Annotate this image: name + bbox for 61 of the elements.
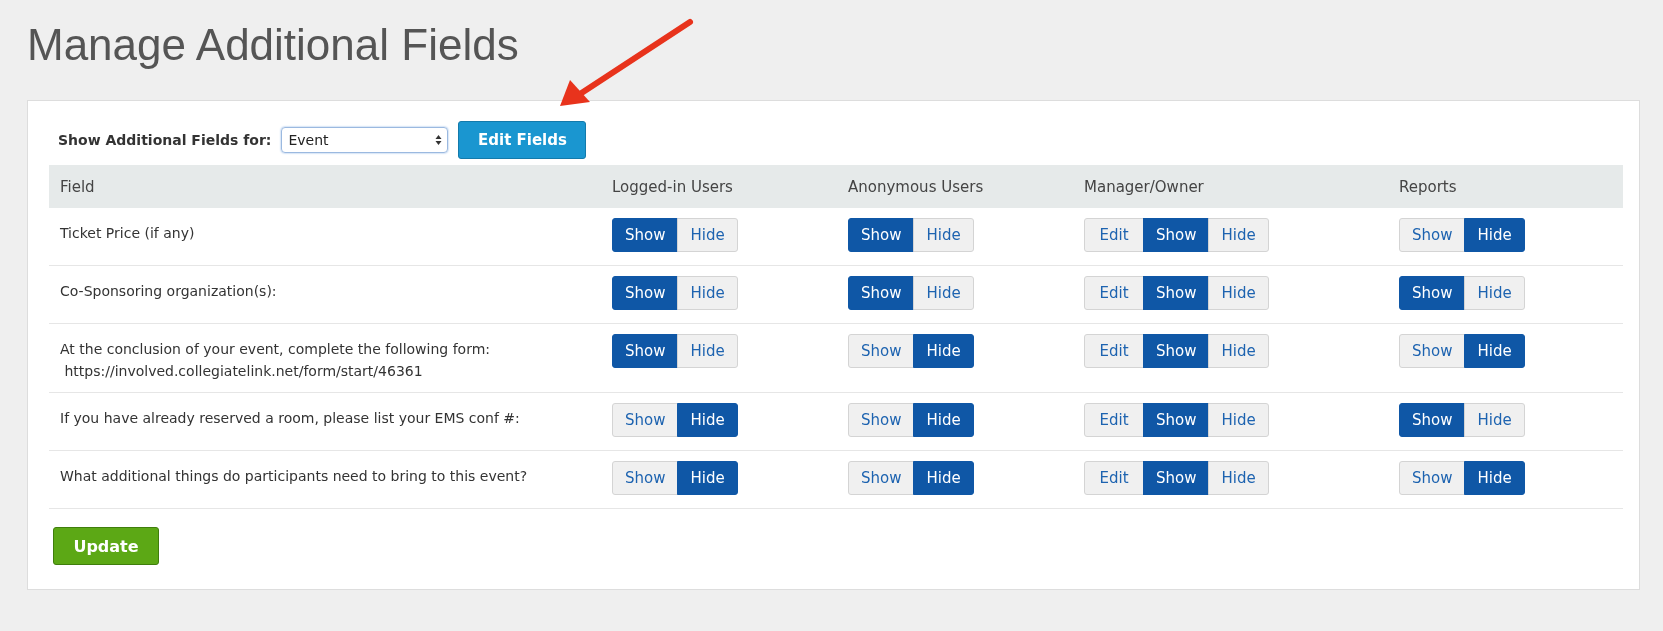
toggle-option[interactable]: Edit <box>1084 218 1144 252</box>
toggle-option[interactable]: Hide <box>677 461 738 495</box>
toggle-option[interactable]: Show <box>1399 403 1466 437</box>
toggle-option[interactable]: Hide <box>1464 403 1525 437</box>
toggle-option[interactable]: Hide <box>913 403 974 437</box>
toggle-option[interactable]: Show <box>612 461 679 495</box>
toggle-option[interactable]: Show <box>1143 218 1210 252</box>
toggle-option[interactable]: Hide <box>1208 218 1269 252</box>
column-header: Field <box>60 177 95 196</box>
type-select[interactable]: Event <box>281 127 449 153</box>
toggle-option[interactable]: Hide <box>913 461 974 495</box>
toggle-option[interactable]: Hide <box>1208 276 1269 310</box>
toggle-option[interactable]: Hide <box>1464 276 1525 310</box>
toggle-option[interactable]: Hide <box>677 334 738 368</box>
column-header: Anonymous Users <box>848 177 984 196</box>
toggle-option[interactable]: Show <box>1399 461 1466 495</box>
toggle-option[interactable]: Show <box>848 276 915 310</box>
toggle-option[interactable]: Show <box>1143 403 1210 437</box>
up-down-icon <box>435 134 443 146</box>
toggle-option[interactable]: Hide <box>1464 334 1525 368</box>
column-header: Reports <box>1399 177 1457 196</box>
toggle-option[interactable]: Hide <box>1464 218 1525 252</box>
toggle-option[interactable]: Hide <box>677 276 738 310</box>
update-button[interactable]: Update <box>53 527 159 565</box>
toggle-option[interactable]: Show <box>848 334 915 368</box>
toggle-option[interactable]: Hide <box>1464 461 1525 495</box>
toggle-option[interactable]: Hide <box>1208 334 1269 368</box>
field-name: What additional things do participants need to bring to this event? <box>60 468 528 484</box>
field-name: Co-Sponsoring organization(s): <box>60 283 277 299</box>
toggle-option[interactable]: Edit <box>1084 276 1144 310</box>
toggle-option[interactable]: Show <box>612 276 679 310</box>
toggle-option[interactable]: Hide <box>677 218 738 252</box>
toggle-option[interactable]: Hide <box>913 218 974 252</box>
toggle-option[interactable]: Show <box>612 403 679 437</box>
field-name: Ticket Price (if any) <box>60 225 195 241</box>
field-name: At the conclusion of your event, complete the following form: https://involved.collegiatelink.net/form/start/46361 <box>60 341 491 379</box>
toggle-option[interactable]: Show <box>1143 334 1210 368</box>
field-name: If you have already reserved a room, please list your EMS conf #: <box>60 410 520 426</box>
filter-label: Show Additional Fields for: <box>58 132 272 148</box>
toggle-option[interactable]: Show <box>848 461 915 495</box>
toggle-option[interactable]: Hide <box>677 403 738 437</box>
toggle-option[interactable]: Hide <box>913 276 974 310</box>
toggle-option[interactable]: Hide <box>1208 461 1269 495</box>
toggle-option[interactable]: Edit <box>1084 403 1144 437</box>
toggle-option[interactable]: Show <box>848 403 915 437</box>
toggle-option[interactable]: Show <box>612 218 679 252</box>
toggle-option[interactable]: Show <box>1399 334 1466 368</box>
toggle-option[interactable]: Show <box>1143 461 1210 495</box>
page-title: Manage Additional Fields <box>27 19 519 71</box>
toggle-option[interactable]: Show <box>612 334 679 368</box>
column-header: Manager/Owner <box>1084 177 1204 196</box>
toggle-option[interactable]: Edit <box>1084 334 1144 368</box>
toggle-option[interactable]: Edit <box>1084 461 1144 495</box>
toggle-option[interactable]: Show <box>1143 276 1210 310</box>
toggle-option[interactable]: Show <box>1399 276 1466 310</box>
toggle-option[interactable]: Show <box>848 218 915 252</box>
toggle-option[interactable]: Show <box>1399 218 1466 252</box>
edit-fields-button[interactable]: Edit Fields <box>458 121 587 159</box>
column-header: Logged-in Users <box>612 177 733 196</box>
toggle-option[interactable]: Hide <box>913 334 974 368</box>
toggle-option[interactable]: Hide <box>1208 403 1269 437</box>
